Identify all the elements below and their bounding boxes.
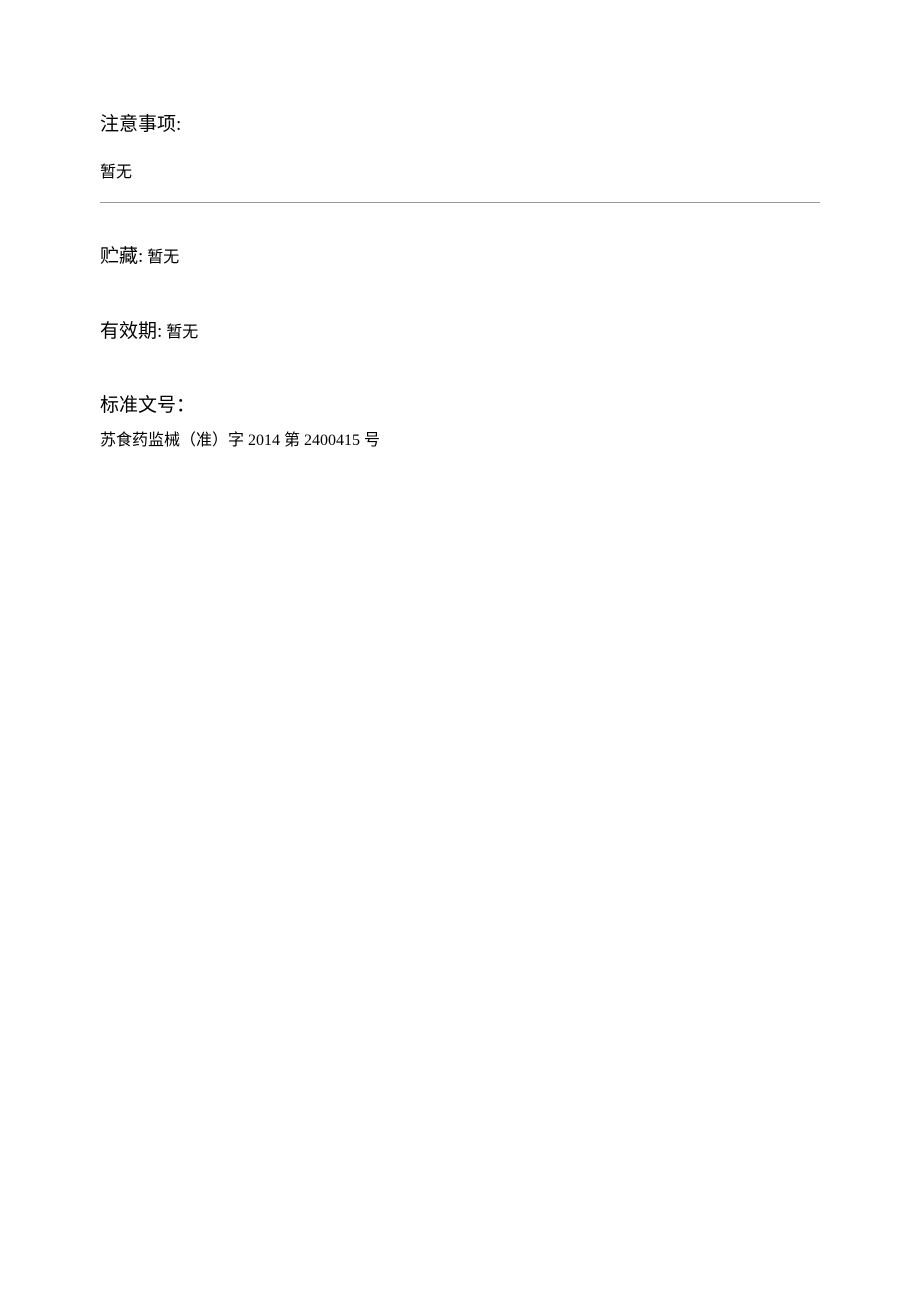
notes-label: 注意事项: bbox=[100, 110, 820, 140]
validity-value: 暂无 bbox=[166, 318, 198, 342]
storage-row: 贮藏: 暂无 bbox=[100, 241, 820, 268]
storage-section: 贮藏: 暂无 bbox=[100, 241, 820, 268]
standard-label: 标准文号： bbox=[100, 391, 820, 421]
validity-section: 有效期: 暂无 bbox=[100, 316, 820, 343]
validity-label: 有效期: bbox=[100, 316, 162, 343]
storage-label: 贮藏: bbox=[100, 241, 143, 268]
notes-value: 暂无 bbox=[100, 160, 820, 186]
storage-value: 暂无 bbox=[147, 243, 179, 267]
standard-value: 苏食药监械（准）字 2014 第 2400415 号 bbox=[100, 427, 820, 456]
notes-section: 注意事项: 暂无 bbox=[100, 110, 820, 203]
standard-section: 标准文号： 苏食药监械（准）字 2014 第 2400415 号 bbox=[100, 391, 820, 456]
divider bbox=[100, 202, 820, 203]
validity-row: 有效期: 暂无 bbox=[100, 316, 820, 343]
